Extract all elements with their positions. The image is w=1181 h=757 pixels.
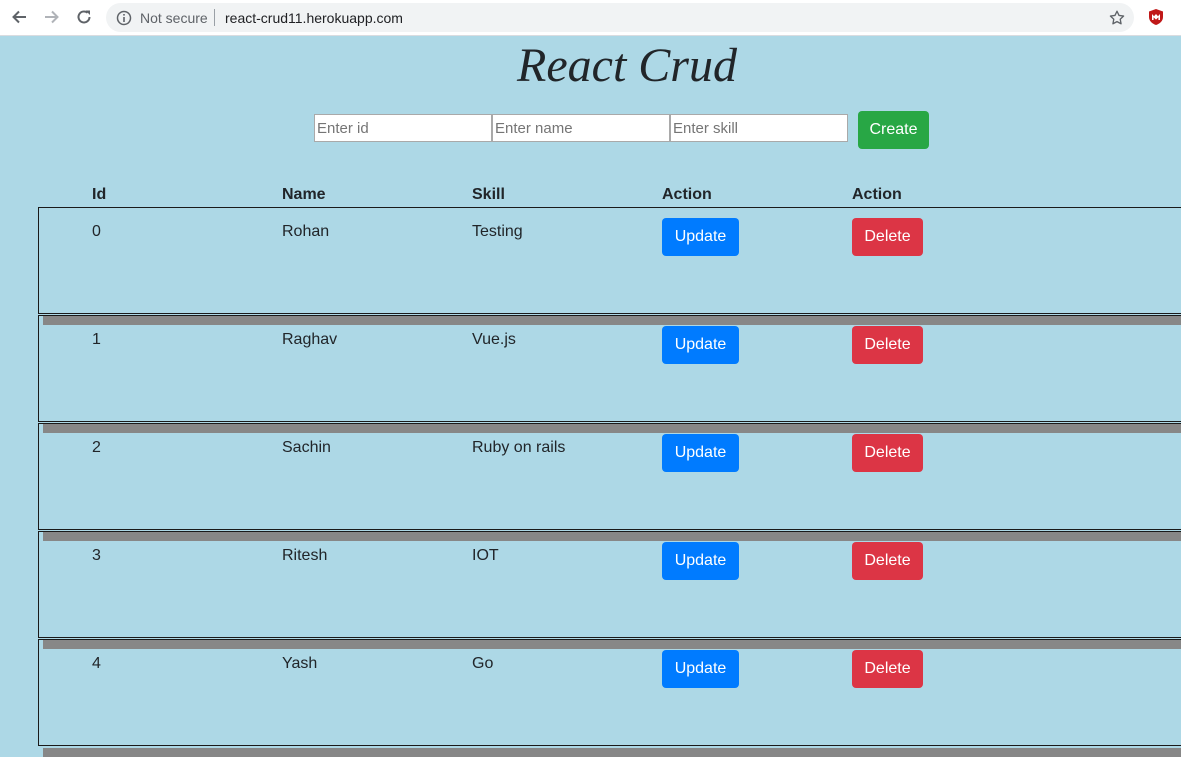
table-row: 1 Raghav Vue.js Update Delete	[38, 315, 1181, 422]
cell-name: Ritesh	[282, 547, 328, 564]
cell-skill: Go	[472, 655, 494, 672]
table-row: 2 Sachin Ruby on rails Update Delete	[38, 423, 1181, 530]
cell-skill: Ruby on rails	[472, 439, 566, 456]
security-status: Not secure	[140, 10, 208, 26]
address-bar[interactable]: Not secure react-crud11.herokuapp.com	[106, 3, 1134, 32]
cell-skill: IOT	[472, 547, 499, 564]
page-title: React Crud	[517, 39, 737, 92]
column-header-action-delete: Action	[852, 186, 902, 203]
cell-id: 3	[92, 547, 101, 564]
cell-id: 4	[92, 655, 101, 672]
mcafee-extension-icon[interactable]	[1147, 8, 1165, 26]
forward-arrow-icon	[45, 10, 59, 24]
update-button[interactable]: Update	[662, 326, 739, 364]
column-header-action-update: Action	[662, 186, 712, 203]
address-divider	[214, 9, 215, 26]
cell-name: Rohan	[282, 223, 330, 240]
delete-button[interactable]: Delete	[852, 434, 923, 472]
star-icon[interactable]	[1108, 9, 1126, 27]
forward-button[interactable]	[39, 4, 65, 30]
reload-button[interactable]	[71, 4, 97, 30]
url-text[interactable]: react-crud11.herokuapp.com	[225, 10, 403, 26]
skill-input[interactable]	[670, 114, 848, 142]
create-button[interactable]: Create	[858, 111, 929, 149]
table-row: 0 Rohan Testing Update Delete	[38, 207, 1181, 314]
column-header-id: Id	[92, 186, 107, 203]
back-button[interactable]	[6, 4, 32, 30]
cell-skill: Vue.js	[472, 331, 516, 348]
back-arrow-icon	[12, 10, 26, 24]
column-header-skill: Skill	[472, 186, 505, 203]
delete-button[interactable]: Delete	[852, 542, 923, 580]
cell-name: Raghav	[282, 331, 338, 348]
update-button[interactable]: Update	[662, 650, 739, 688]
delete-button[interactable]: Delete	[852, 650, 923, 688]
table-row: 3 Ritesh IOT Update Delete	[38, 531, 1181, 638]
update-button[interactable]: Update	[662, 434, 739, 472]
cell-name: Yash	[282, 655, 318, 672]
cell-id: 2	[92, 439, 101, 456]
cell-id: 1	[92, 331, 101, 348]
delete-button[interactable]: Delete	[852, 218, 923, 256]
info-icon[interactable]	[116, 10, 132, 26]
update-button[interactable]: Update	[662, 542, 739, 580]
reload-icon	[77, 10, 91, 24]
column-header-name: Name	[282, 186, 326, 203]
browser-toolbar: Not secure react-crud11.herokuapp.com	[0, 0, 1181, 36]
cell-id: 0	[92, 223, 101, 240]
cell-skill: Testing	[472, 223, 523, 240]
table-row: 4 Yash Go Update Delete	[38, 639, 1181, 746]
id-input[interactable]	[314, 114, 492, 142]
update-button[interactable]: Update	[662, 218, 739, 256]
name-input[interactable]	[492, 114, 670, 142]
cell-name: Sachin	[282, 439, 331, 456]
delete-button[interactable]: Delete	[852, 326, 923, 364]
